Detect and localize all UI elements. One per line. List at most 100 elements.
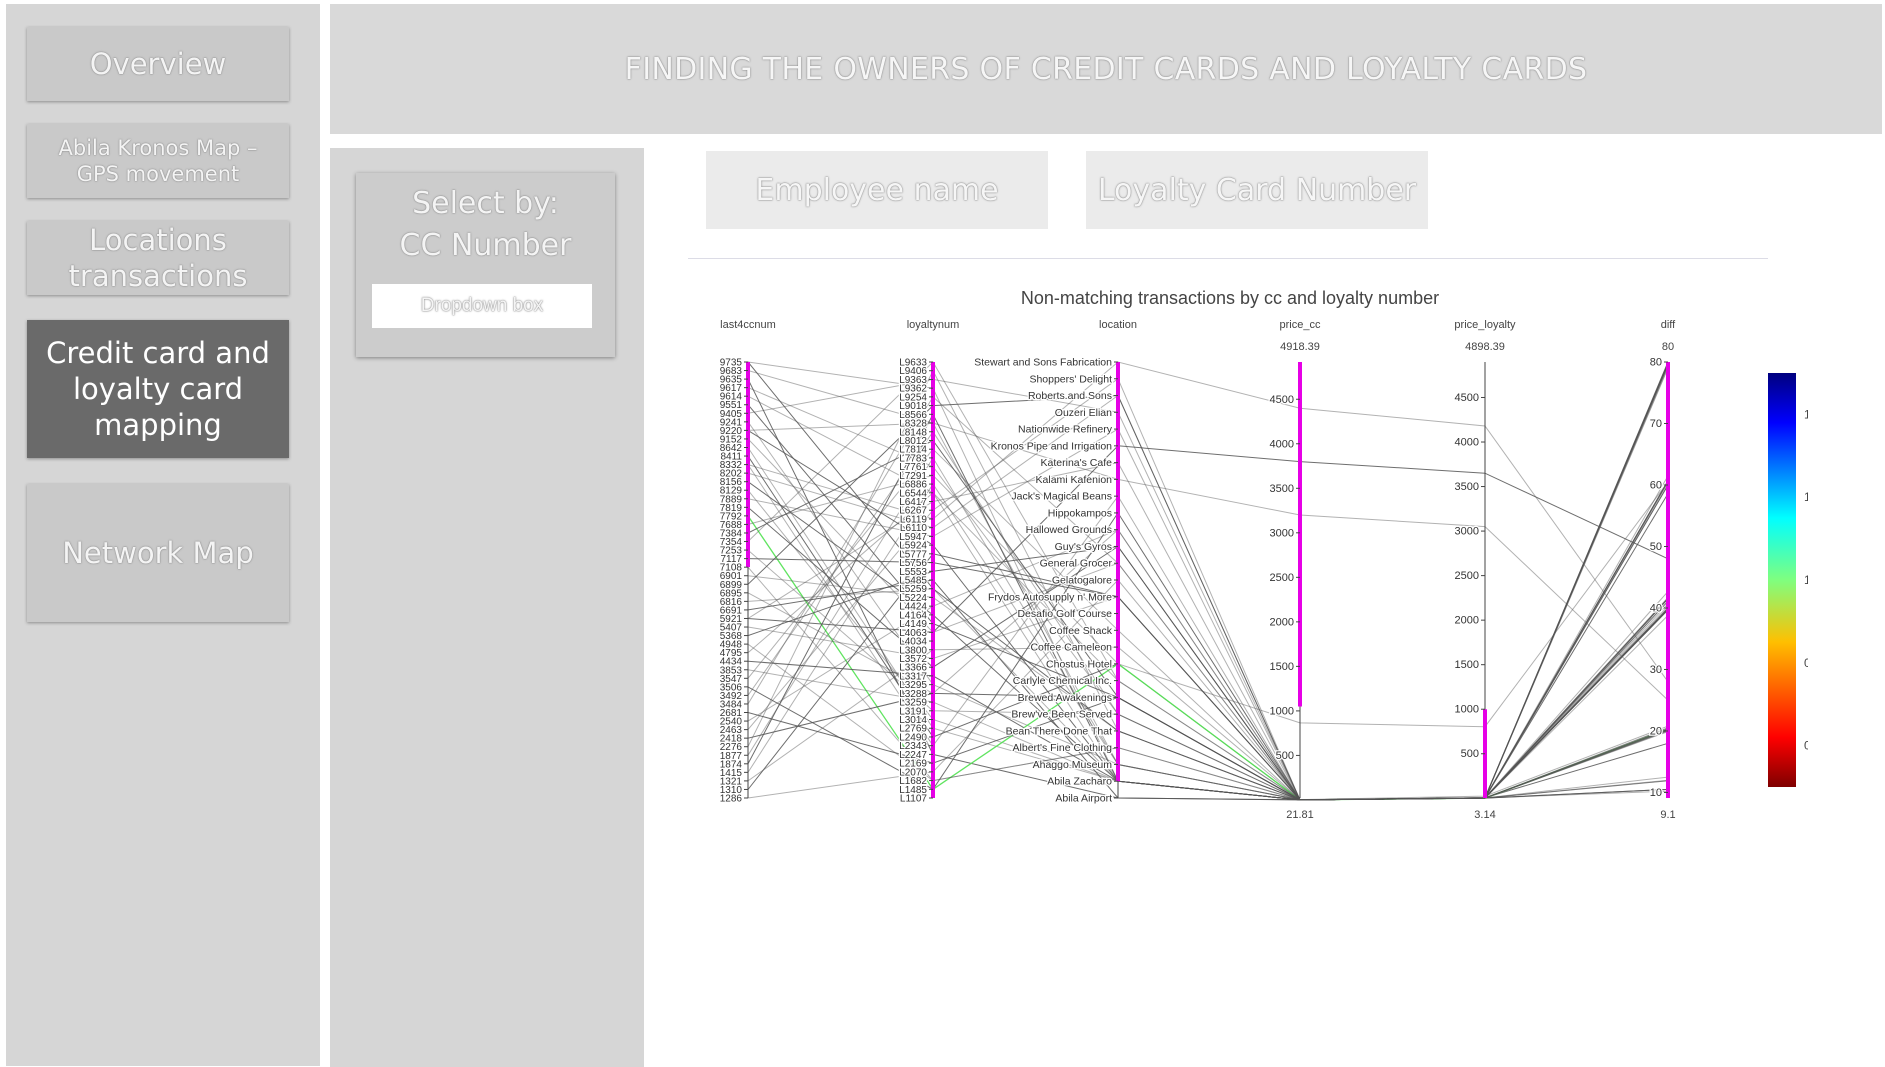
loyalty-card-number-label: Loyalty Card Number bbox=[1097, 172, 1417, 208]
parallel-coordinates-chart: Non-matching transactions by cc and loya… bbox=[719, 288, 1809, 821]
colorbar bbox=[1768, 373, 1796, 787]
pc-data-line bbox=[747, 421, 1669, 801]
pc-tick-label: L1107 bbox=[900, 794, 928, 805]
pc-tick-label: 2500 bbox=[1270, 572, 1294, 584]
loyalty-card-number-button[interactable]: Loyalty Card Number bbox=[1086, 151, 1428, 229]
pc-tick-label: 4500 bbox=[1270, 394, 1294, 406]
pc-tick-label: 4000 bbox=[1270, 438, 1294, 450]
pc-tick-label: Frydos Autosupply n' More bbox=[988, 591, 1112, 603]
pc-axis-min-label: 3.14 bbox=[1474, 809, 1495, 821]
pc-data-line bbox=[747, 428, 1669, 801]
pc-axis-title: price_cc bbox=[1280, 319, 1321, 331]
pc-tick-label: 3000 bbox=[1455, 526, 1479, 538]
pc-tick-label: 1000 bbox=[1270, 705, 1294, 717]
pc-tick-label: 3500 bbox=[1455, 481, 1479, 493]
pc-tick-label: Nationwide Refinery bbox=[1018, 424, 1113, 436]
pc-tick-label: 2000 bbox=[1455, 615, 1479, 627]
pc-tick-label: 1286 bbox=[720, 794, 743, 805]
pc-tick-label: 50 bbox=[1650, 541, 1662, 553]
pc-tick-label: 2500 bbox=[1455, 570, 1479, 582]
pc-tick-label: Abila Zacharo bbox=[1047, 776, 1112, 788]
pc-tick-label: Roberts and Sons bbox=[1028, 390, 1112, 402]
pc-data-line bbox=[747, 378, 1669, 801]
nav-item-label: Abila Kronos Map – GPS movement bbox=[58, 135, 258, 186]
pc-tick-label: 60 bbox=[1650, 479, 1662, 491]
pc-tick-label: 80 bbox=[1650, 357, 1662, 369]
pc-tick-label: Hallowed Grounds bbox=[1026, 524, 1112, 536]
pc-tick-label: Ahaggo Museum bbox=[1033, 759, 1113, 771]
pc-tick-label: 4500 bbox=[1455, 392, 1479, 404]
select-by-title: Select by: CC Number bbox=[399, 186, 572, 263]
pc-axis-max-label: 80 bbox=[1662, 341, 1674, 353]
pc-tick-label: 1500 bbox=[1270, 661, 1294, 673]
pc-tick-label: 500 bbox=[1276, 750, 1294, 762]
pc-tick-label: Bean There Done That bbox=[1006, 725, 1113, 737]
pc-axis-min-label: 9.1 bbox=[1660, 809, 1675, 821]
cc-number-dropdown[interactable]: Dropdown box bbox=[372, 284, 592, 328]
pc-tick-label: 1500 bbox=[1455, 659, 1479, 671]
nav-item-label: Locations transactions bbox=[68, 222, 248, 293]
pc-axis-title: last4ccnum bbox=[720, 319, 776, 331]
pc-axis-title: loyaltynum bbox=[907, 319, 960, 331]
pc-tick-label: Albert's Fine Clothing bbox=[1013, 742, 1113, 754]
pc-axis-title: price_loyalty bbox=[1454, 319, 1516, 331]
nav-item-label: Credit card and loyalty card mapping bbox=[46, 335, 270, 443]
nav-item-label: Network Map bbox=[62, 535, 254, 570]
pc-tick-label: Abila Airport bbox=[1055, 793, 1112, 805]
employee-name-label: Employee name bbox=[755, 172, 999, 208]
pc-axis-title: diff bbox=[1661, 319, 1676, 331]
pc-data-line bbox=[747, 515, 1669, 801]
pc-tick-label: 20 bbox=[1650, 725, 1662, 737]
pc-data-line bbox=[747, 596, 1669, 801]
pc-tick-label: Shoppers' Delight bbox=[1029, 373, 1112, 385]
colorbar-tick-label: 1.2 bbox=[1804, 490, 1808, 504]
pc-tick-label: Coffee Shack bbox=[1049, 625, 1113, 637]
pc-axis-max-label: 4918.39 bbox=[1280, 341, 1320, 353]
colorbar-tick-label: 1.4 bbox=[1804, 407, 1808, 421]
employee-name-button[interactable]: Employee name bbox=[706, 151, 1048, 229]
pc-tick-label: Gelatogalore bbox=[1052, 575, 1112, 587]
pc-tick-label: 40 bbox=[1650, 602, 1662, 614]
pc-axis-max-label: 4898.39 bbox=[1465, 341, 1505, 353]
nav-item-4[interactable]: Credit card and loyalty card mapping bbox=[27, 320, 289, 458]
pc-tick-label: 2000 bbox=[1270, 616, 1294, 628]
pc-tick-label: 500 bbox=[1461, 748, 1479, 760]
pc-tick-label: Guy's Gyros bbox=[1055, 541, 1112, 553]
pc-tick-label: Brew've Been Served bbox=[1011, 709, 1112, 721]
pc-tick-label: Katerina's Cafe bbox=[1041, 457, 1113, 469]
nav-item-2[interactable]: Abila Kronos Map – GPS movement bbox=[27, 124, 289, 198]
chart-title: Non-matching transactions by cc and loya… bbox=[1021, 288, 1439, 308]
nav-item-3[interactable]: Locations transactions bbox=[27, 221, 289, 295]
pc-tick-label: Chostus Hotel bbox=[1046, 658, 1112, 670]
pc-tick-label: Ouzeri Elian bbox=[1055, 407, 1112, 419]
colorbar-tick-label: 0.8 bbox=[1804, 656, 1808, 670]
pc-data-line bbox=[747, 370, 1669, 801]
pc-tick-label: Jack's Magical Beans bbox=[1011, 491, 1112, 503]
colorbar-tick-label: 1 bbox=[1804, 573, 1808, 587]
pc-tick-label: Coffee Cameleon bbox=[1030, 642, 1112, 654]
pc-tick-label: Brewed Awakenings bbox=[1018, 692, 1112, 704]
pc-axis-min-label: 21.81 bbox=[1286, 809, 1314, 821]
pc-tick-label: Kalami Kafenion bbox=[1036, 474, 1113, 486]
nav-item-1[interactable]: Overview bbox=[27, 27, 289, 101]
pc-data-line bbox=[747, 363, 1669, 801]
pc-data-line bbox=[747, 575, 1669, 801]
divider bbox=[688, 258, 1768, 259]
pc-tick-label: 4000 bbox=[1455, 437, 1479, 449]
nav-item-label: Overview bbox=[89, 46, 227, 81]
pc-tick-label: Carlyle Chemical Inc. bbox=[1013, 675, 1112, 687]
nav-item-5[interactable]: Network Map bbox=[27, 484, 289, 622]
pc-data-line bbox=[747, 369, 1669, 801]
pc-axis-title: location bbox=[1099, 319, 1137, 331]
pc-tick-label: 1000 bbox=[1455, 704, 1479, 716]
pc-tick-label: 70 bbox=[1650, 418, 1662, 430]
pc-data-line bbox=[747, 364, 1669, 801]
dropdown-label: Dropdown box bbox=[420, 295, 544, 316]
pc-tick-label: Desafio Golf Course bbox=[1017, 608, 1112, 620]
pc-tick-label: 3500 bbox=[1270, 483, 1294, 495]
pc-data-line bbox=[747, 378, 1669, 801]
pc-tick-label: General Grocer bbox=[1040, 558, 1113, 570]
pc-tick-label: Hippokampos bbox=[1048, 507, 1112, 519]
pc-tick-label: 30 bbox=[1650, 664, 1662, 676]
colorbar-tick-label: 0.6 bbox=[1804, 739, 1808, 753]
